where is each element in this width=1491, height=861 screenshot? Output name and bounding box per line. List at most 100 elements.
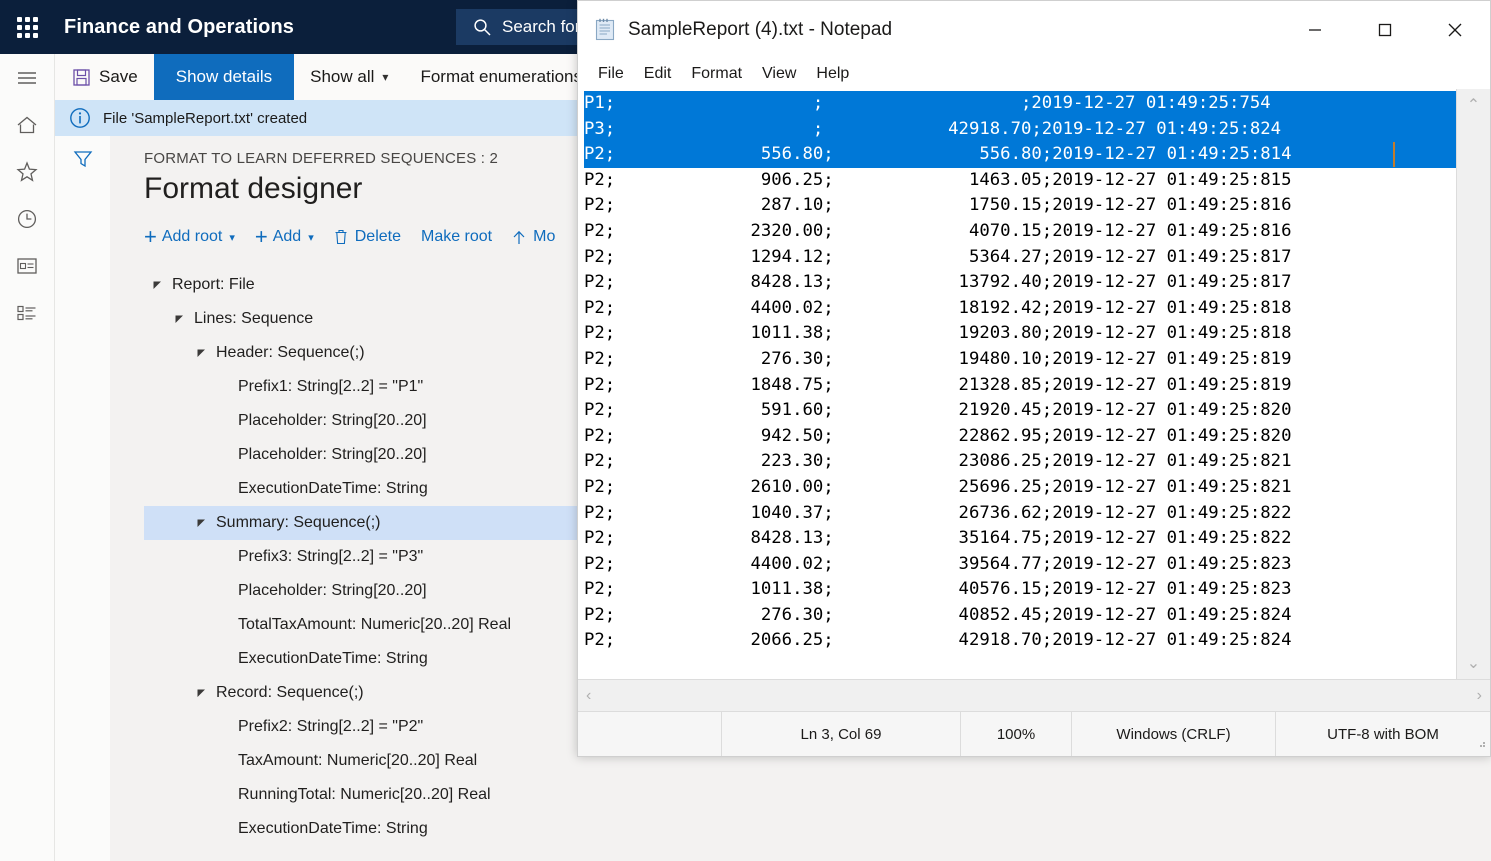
text-line[interactable]: P2; 2610.00; 25696.25;2019-12-27 01:49:2… xyxy=(584,475,1456,501)
status-spacer xyxy=(578,712,721,756)
make-root-button[interactable]: Make root xyxy=(421,228,492,246)
text-line[interactable]: P1; ; ;2019-12-27 01:49:25:754 xyxy=(584,91,1456,117)
text-line[interactable]: P2; 8428.13; 35164.75;2019-12-27 01:49:2… xyxy=(584,526,1456,552)
menu-item-format[interactable]: Format xyxy=(681,63,752,85)
expand-caret-icon[interactable] xyxy=(196,688,210,699)
text-line[interactable]: P2; 1848.75; 21328.85;2019-12-27 01:49:2… xyxy=(584,373,1456,399)
hamburger-menu-icon[interactable] xyxy=(0,54,54,101)
maximize-button[interactable] xyxy=(1350,1,1420,59)
text-line[interactable]: P2; 556.80; 556.80;2019-12-27 01:49:25:8… xyxy=(584,142,1456,168)
move-up-button[interactable]: Mo xyxy=(512,228,555,246)
tree-node-label: Record: Sequence(;) xyxy=(216,684,364,702)
show-details-label: Show details xyxy=(176,67,272,87)
clock-icon[interactable] xyxy=(0,195,54,242)
expand-caret-icon[interactable] xyxy=(174,314,188,325)
add-label: Add xyxy=(273,228,301,246)
breadcrumb: FORMAT TO LEARN DEFERRED SEQUENCES : 2 xyxy=(144,150,498,167)
text-line[interactable]: P2; 591.60; 21920.45;2019-12-27 01:49:25… xyxy=(584,398,1456,424)
format-enumerations-label: Format enumerations xyxy=(420,67,582,87)
tree-node-label: TotalTaxAmount: Numeric[20..20] Real xyxy=(238,616,511,634)
text-line[interactable]: P2; 1011.38; 19203.80;2019-12-27 01:49:2… xyxy=(584,321,1456,347)
show-all-button[interactable]: Show all ▾ xyxy=(294,54,404,100)
text-line[interactable]: P2; 276.30; 19480.10;2019-12-27 01:49:25… xyxy=(584,347,1456,373)
notepad-window: SampleReport (4).txt - Notepad FileEditF… xyxy=(577,0,1491,757)
show-details-button[interactable]: Show details xyxy=(154,54,294,100)
save-icon xyxy=(73,69,90,86)
resize-grip-icon[interactable] xyxy=(1476,735,1486,752)
search-icon xyxy=(472,17,492,37)
text-line[interactable]: P2; 2320.00; 4070.15;2019-12-27 01:49:25… xyxy=(584,219,1456,245)
format-enumerations-button[interactable]: Format enumerations xyxy=(404,54,598,100)
expand-caret-icon[interactable] xyxy=(196,348,210,359)
text-line[interactable]: P2; 1294.12; 5364.27;2019-12-27 01:49:25… xyxy=(584,245,1456,271)
menu-item-file[interactable]: File xyxy=(588,63,634,85)
search-placeholder-text: Search for xyxy=(502,17,580,37)
expand-caret-icon[interactable] xyxy=(196,518,210,529)
add-root-button[interactable]: + Add root ▾ xyxy=(144,226,235,248)
chevron-down-icon: ▾ xyxy=(382,70,388,84)
text-line[interactable]: P2; 2066.25; 42918.70;2019-12-27 01:49:2… xyxy=(584,628,1456,654)
menu-item-view[interactable]: View xyxy=(752,63,806,85)
text-line[interactable]: P2; 1011.38; 40576.15;2019-12-27 01:49:2… xyxy=(584,577,1456,603)
arrow-up-icon xyxy=(512,230,526,245)
add-button[interactable]: + Add ▾ xyxy=(255,226,314,248)
text-line[interactable]: P2; 8428.13; 13792.40;2019-12-27 01:49:2… xyxy=(584,270,1456,296)
page-title: Format designer xyxy=(144,172,362,206)
horizontal-scrollbar[interactable]: ‹ › xyxy=(578,679,1490,711)
text-line[interactable]: P2; 223.30; 23086.25;2019-12-27 01:49:25… xyxy=(584,449,1456,475)
tree-node-label: ExecutionDateTime: String xyxy=(238,480,428,498)
text-line[interactable]: P2; 287.10; 1750.15;2019-12-27 01:49:25:… xyxy=(584,193,1456,219)
vertical-scrollbar[interactable]: ⌃ ⌄ xyxy=(1456,89,1490,679)
delete-button[interactable]: Delete xyxy=(334,228,401,246)
tree-node-label: Header: Sequence(;) xyxy=(216,344,365,362)
tree-node[interactable]: ExecutionDateTime: String xyxy=(144,812,1491,846)
status-line-ending: Windows (CRLF) xyxy=(1071,712,1275,756)
info-icon xyxy=(69,107,91,129)
filter-icon[interactable] xyxy=(68,148,98,170)
scroll-down-arrow-icon[interactable]: ⌄ xyxy=(1467,653,1480,673)
filter-column xyxy=(55,136,111,861)
add-root-label: Add root xyxy=(162,228,222,246)
scroll-right-arrow-icon[interactable]: › xyxy=(1477,687,1482,705)
scroll-left-arrow-icon[interactable]: ‹ xyxy=(586,687,591,705)
minimize-button[interactable] xyxy=(1280,1,1350,59)
text-line[interactable]: P2; 4400.02; 18192.42;2019-12-27 01:49:2… xyxy=(584,296,1456,322)
menu-item-help[interactable]: Help xyxy=(806,63,859,85)
tree-node[interactable]: RunningTotal: Numeric[20..20] Real xyxy=(144,778,1491,812)
text-line[interactable]: P2; 1040.37; 26736.62;2019-12-27 01:49:2… xyxy=(584,501,1456,527)
tree-node-label: ExecutionDateTime: String xyxy=(238,820,428,838)
text-line[interactable]: P3; ; 42918.70;2019-12-27 01:49:25:824 xyxy=(584,117,1456,143)
menu-item-edit[interactable]: Edit xyxy=(634,63,682,85)
text-line[interactable]: P2; 4400.02; 39564.77;2019-12-27 01:49:2… xyxy=(584,552,1456,578)
tree-node-label: Summary: Sequence(;) xyxy=(216,514,381,532)
status-cursor-position: Ln 3, Col 69 xyxy=(721,712,960,756)
window-controls xyxy=(1280,1,1490,59)
text-line[interactable]: P2; 906.25; 1463.05;2019-12-27 01:49:25:… xyxy=(584,168,1456,194)
text-line[interactable]: P2; 942.50; 22862.95;2019-12-27 01:49:25… xyxy=(584,424,1456,450)
waffle-grid xyxy=(17,17,38,38)
save-button[interactable]: Save xyxy=(55,54,154,100)
text-line[interactable]: P2; 276.30; 40852.45;2019-12-27 01:49:25… xyxy=(584,603,1456,629)
star-icon[interactable] xyxy=(0,148,54,195)
modules-list-icon[interactable] xyxy=(0,289,54,336)
scroll-up-arrow-icon[interactable]: ⌃ xyxy=(1467,95,1480,115)
notepad-status-bar: Ln 3, Col 69 100% Windows (CRLF) UTF-8 w… xyxy=(578,711,1490,756)
notepad-text-area[interactable]: P1; ; ;2019-12-27 01:49:25:754P3; ; 4291… xyxy=(578,89,1456,679)
tree-node-label: Lines: Sequence xyxy=(194,310,313,328)
close-button[interactable] xyxy=(1420,1,1490,59)
home-icon[interactable] xyxy=(0,101,54,148)
notepad-title-text: SampleReport (4).txt - Notepad xyxy=(628,19,892,41)
tree-node-label: Report: File xyxy=(172,276,255,294)
app-launcher-icon[interactable] xyxy=(0,0,54,54)
notepad-menu-bar: FileEditFormatViewHelp xyxy=(578,59,1490,89)
tree-node-label: Prefix2: String[2..2] = "P2" xyxy=(238,718,423,736)
tree-node-label: Placeholder: String[20..20] xyxy=(238,412,427,430)
make-root-label: Make root xyxy=(421,228,492,246)
status-encoding: UTF-8 with BOM xyxy=(1275,712,1490,756)
show-all-label: Show all xyxy=(310,67,374,87)
delete-label: Delete xyxy=(355,228,401,246)
expand-caret-icon[interactable] xyxy=(152,280,166,291)
screen: Finance and Operations Search for xyxy=(0,0,1491,861)
workspace-icon[interactable] xyxy=(0,242,54,289)
notepad-title-bar[interactable]: SampleReport (4).txt - Notepad xyxy=(578,1,1490,59)
